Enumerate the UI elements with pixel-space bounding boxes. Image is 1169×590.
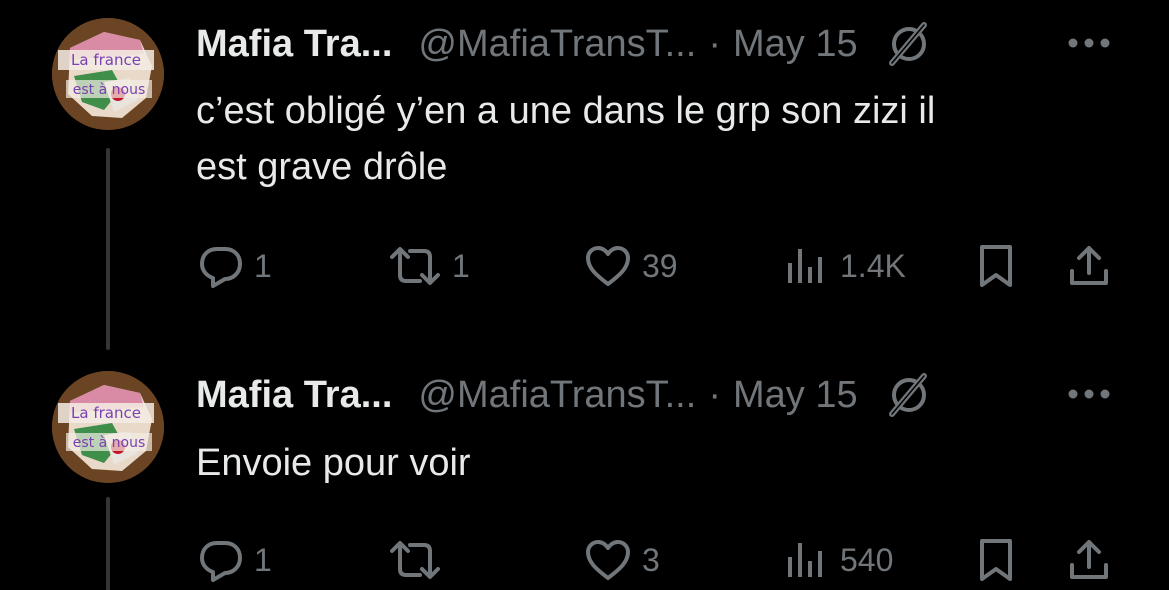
more-icon[interactable] [1064,18,1114,68]
share-button[interactable] [1066,530,1112,590]
avatar[interactable]: La france est à nous [52,18,164,130]
bookmark-icon [980,245,1012,287]
tweet-text: Envoie pour voir [196,435,1096,491]
heart-icon [586,540,630,580]
avatar-image: La france est à nous [52,18,164,130]
views-icon [788,543,822,577]
avatar[interactable]: La france est à nous [52,371,164,483]
tweet-header: Mafia Tra... @MafiaTransT... · May 15 [196,16,934,72]
reply-icon [200,247,242,288]
thread: La france est à nous Mafia Tra... @Mafia… [0,0,1169,590]
author-handle[interactable]: @MafiaTransT... [418,23,696,66]
heart-icon [586,246,630,286]
avatar-text-bottom: est à nous [73,435,145,451]
author-name[interactable]: Mafia Tra... [196,23,392,66]
tweet-header: Mafia Tra... @MafiaTransT... · May 15 [196,367,934,423]
reply-count: 1 [254,247,272,284]
author-name[interactable]: Mafia Tra... [196,374,392,417]
reply-count: 1 [254,541,272,578]
thread-connector [106,148,110,350]
avatar-text-top: La france [71,404,141,422]
tweet-date[interactable]: May 15 [733,23,858,66]
tweet[interactable]: La france est à nous Mafia Tra... @Mafia… [0,0,1169,350]
more-icon[interactable] [1064,369,1114,419]
retweet-button[interactable]: 1 [388,236,470,296]
view-count: 540 [840,541,894,578]
share-icon [1070,540,1108,579]
share-button[interactable] [1066,236,1112,296]
retweet-button[interactable] [388,530,452,590]
bookmark-button[interactable] [974,236,1018,296]
tweet-text-line: c’est obligé y’en a une dans le grp son … [196,90,936,132]
retweet-count: 1 [452,247,470,284]
bookmark-button[interactable] [974,530,1018,590]
avatar-text-bottom: est à nous [73,82,145,98]
like-button[interactable]: 3 [584,530,660,590]
share-icon [1070,246,1108,285]
like-count: 39 [642,247,678,284]
separator-dot: · [708,22,721,65]
tweet[interactable]: La france est à nous Mafia Tra... @Mafia… [0,345,1169,590]
tweet-date[interactable]: May 15 [733,374,858,417]
tweet-text-line: Envoie pour voir [196,442,471,484]
like-count: 3 [642,541,660,578]
reply-icon [200,541,242,582]
verified-badge-icon[interactable] [884,370,934,420]
view-count: 1.4K [840,247,906,284]
verified-badge-icon[interactable] [884,19,934,69]
views-button[interactable]: 1.4K [782,236,906,296]
bookmark-icon [980,539,1012,581]
retweet-icon [390,247,440,285]
reply-button[interactable]: 1 [198,236,272,296]
author-handle[interactable]: @MafiaTransT... [418,374,696,417]
action-bar: 1 1 39 1.4K [196,236,1126,296]
like-button[interactable]: 39 [584,236,678,296]
tweet-text-line: est grave drôle [196,146,448,188]
reply-button[interactable]: 1 [198,530,272,590]
views-button[interactable]: 540 [782,530,893,590]
avatar-image: La france est à nous [52,371,164,483]
views-icon [788,249,822,283]
separator-dot: · [708,373,721,416]
action-bar: 1 3 540 [196,530,1126,590]
thread-connector [106,497,110,590]
tweet-text: c’est obligé y’en a une dans le grp son … [196,83,1096,195]
avatar-text-top: La france [71,51,141,69]
retweet-icon [390,541,440,579]
